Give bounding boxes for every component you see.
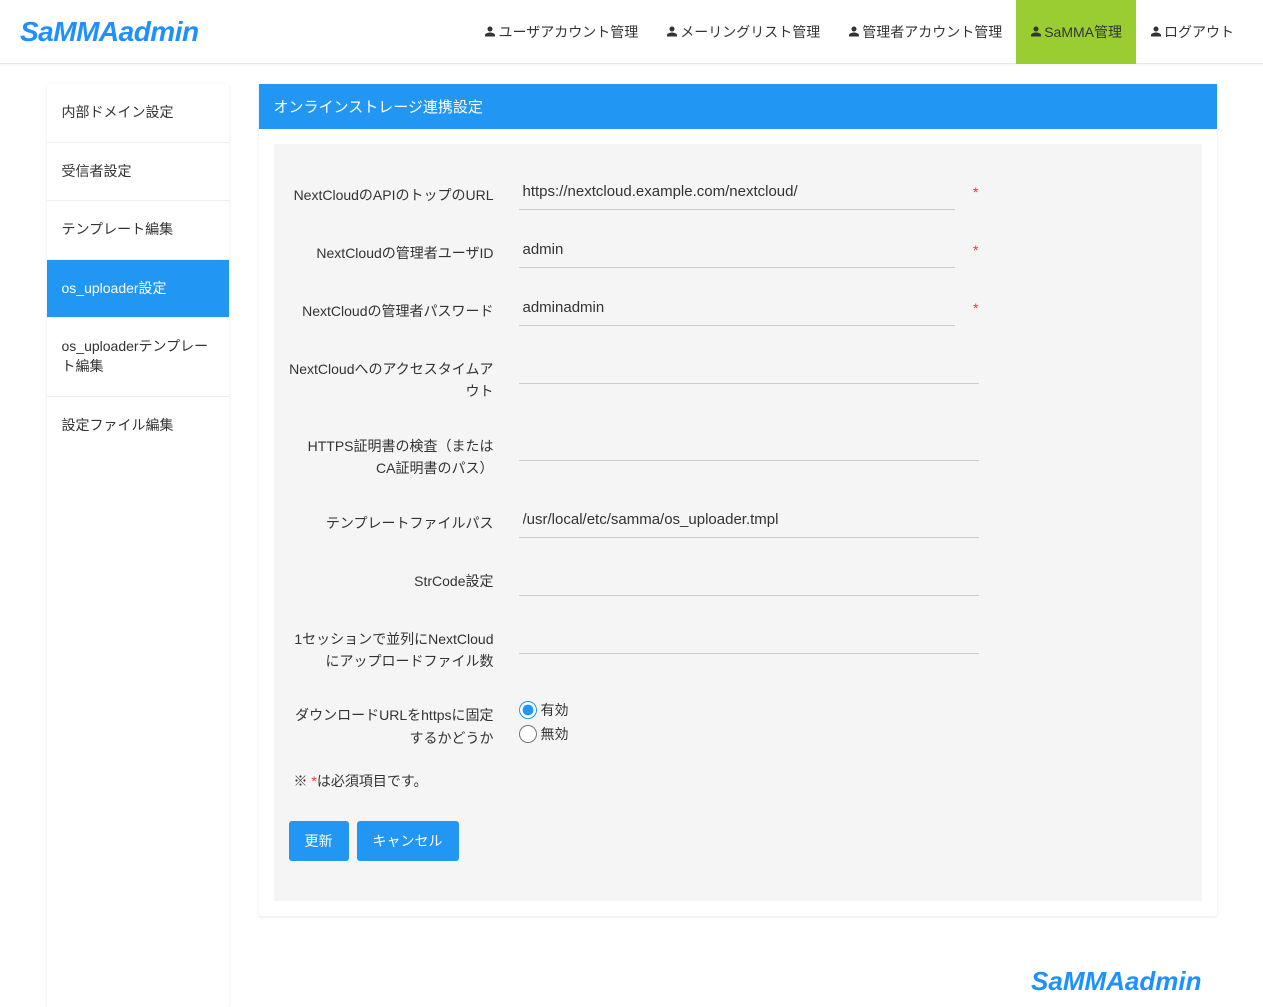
radio-disabled-input[interactable] (519, 725, 537, 743)
radio-enabled-input[interactable] (519, 701, 537, 719)
input-timeout[interactable] (519, 348, 979, 384)
nav-logout[interactable]: ログアウト (1136, 0, 1248, 64)
nav-admin-account[interactable]: 管理者アカウント管理 (834, 0, 1016, 64)
input-parallel[interactable] (519, 618, 979, 654)
input-api-url[interactable] (519, 174, 956, 210)
panel-title: オンラインストレージ連携設定 (259, 84, 1217, 129)
sidebar-item-os-uploader-template[interactable]: os_uploaderテンプレート編集 (47, 318, 229, 396)
user-icon (484, 25, 496, 38)
label-strcode: StrCode設定 (289, 560, 519, 592)
label-parallel: 1セッションで並列にNextCloudにアップロードファイル数 (289, 618, 519, 673)
nav-samma[interactable]: SaMMA管理 (1016, 0, 1136, 64)
radio-enabled[interactable]: 有効 (519, 700, 569, 720)
footer-logo: SaMMAadmin (1031, 966, 1201, 996)
label-admin-user: NextCloudの管理者ユーザID (289, 232, 519, 264)
sidebar: 内部ドメイン設定 受信者設定 テンプレート編集 os_uploader設定 os… (47, 84, 229, 1007)
sidebar-item-internal-domain[interactable]: 内部ドメイン設定 (47, 84, 229, 143)
label-https-cert: HTTPS証明書の検査（またはCA証明書のパス） (289, 425, 519, 480)
required-mark: * (973, 242, 978, 258)
label-timeout: NextCloudへのアクセスタイムアウト (289, 348, 519, 403)
sidebar-item-recipient[interactable]: 受信者設定 (47, 143, 229, 202)
nav-mailing-list[interactable]: メーリングリスト管理 (652, 0, 834, 64)
required-note: ※ *は必須項目です。 (294, 771, 1187, 791)
radio-disabled[interactable]: 無効 (519, 724, 569, 744)
required-mark: * (973, 184, 978, 200)
input-admin-user[interactable] (519, 232, 956, 268)
sidebar-item-os-uploader[interactable]: os_uploader設定 (47, 260, 229, 319)
input-https-cert[interactable] (519, 425, 979, 461)
sidebar-item-template[interactable]: テンプレート編集 (47, 201, 229, 260)
user-icon (666, 25, 678, 38)
user-icon (1150, 25, 1162, 38)
label-admin-pass: NextCloudの管理者パスワード (289, 290, 519, 322)
input-tmpl-path[interactable] (519, 502, 979, 538)
app-logo: SaMMAadmin (15, 16, 199, 48)
settings-panel: オンラインストレージ連携設定 NextCloudのAPIのトップのURL * N… (259, 84, 1217, 916)
cancel-button[interactable]: キャンセル (357, 821, 459, 861)
sidebar-item-config-file[interactable]: 設定ファイル編集 (47, 397, 229, 455)
required-mark: * (973, 300, 978, 316)
user-icon (848, 25, 860, 38)
label-https-fixed: ダウンロードURLをhttpsに固定するかどうか (289, 694, 519, 749)
label-api-url: NextCloudのAPIのトップのURL (289, 174, 519, 206)
submit-button[interactable]: 更新 (289, 821, 349, 861)
input-admin-pass[interactable] (519, 290, 956, 326)
top-nav: ユーザアカウント管理 メーリングリスト管理 管理者アカウント管理 SaMMA管理… (470, 0, 1248, 64)
nav-user-account[interactable]: ユーザアカウント管理 (470, 0, 652, 64)
input-strcode[interactable] (519, 560, 979, 596)
label-tmpl-path: テンプレートファイルパス (289, 502, 519, 534)
user-icon (1030, 25, 1042, 38)
